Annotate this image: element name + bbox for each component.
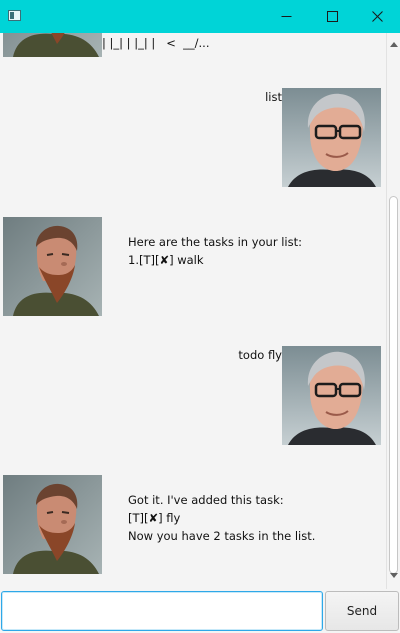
chevron-down-icon — [390, 572, 398, 578]
chevron-up-icon — [390, 41, 398, 47]
send-button[interactable]: Send — [325, 591, 399, 631]
close-button[interactable] — [354, 0, 400, 33]
vertical-scrollbar[interactable] — [386, 33, 400, 589]
app-window-icon — [8, 10, 21, 21]
scroll-down-button[interactable] — [389, 570, 399, 580]
bot-message-text: Here are the tasks in your list: 1.[T][✘… — [128, 235, 302, 267]
user-avatar — [282, 346, 381, 445]
bot-message-text: Got it. I've added this task: [T][✘] fly… — [128, 493, 316, 543]
maximize-icon — [326, 11, 338, 22]
user-message-text: list — [265, 90, 282, 104]
maximize-button[interactable] — [309, 0, 355, 33]
bot-avatar — [3, 475, 102, 574]
scroll-thumb[interactable] — [389, 196, 398, 574]
close-icon — [371, 11, 383, 22]
message-input[interactable] — [1, 591, 323, 631]
user-avatar — [282, 88, 381, 187]
bot-avatar — [3, 33, 102, 57]
bot-avatar — [3, 217, 102, 316]
minimize-button[interactable] — [263, 0, 309, 33]
minimize-icon — [281, 16, 291, 17]
bot-message-text: | |_| | |_| | < __/... — [102, 36, 210, 50]
user-message-text: todo fly — [238, 348, 282, 362]
scroll-up-button[interactable] — [389, 39, 399, 49]
title-bar[interactable] — [0, 0, 400, 33]
app-window: | |_| | |_| | < __/... list Here are the… — [0, 0, 400, 633]
dialog-container[interactable]: | |_| | |_| | < __/... list Here are the… — [0, 33, 386, 589]
